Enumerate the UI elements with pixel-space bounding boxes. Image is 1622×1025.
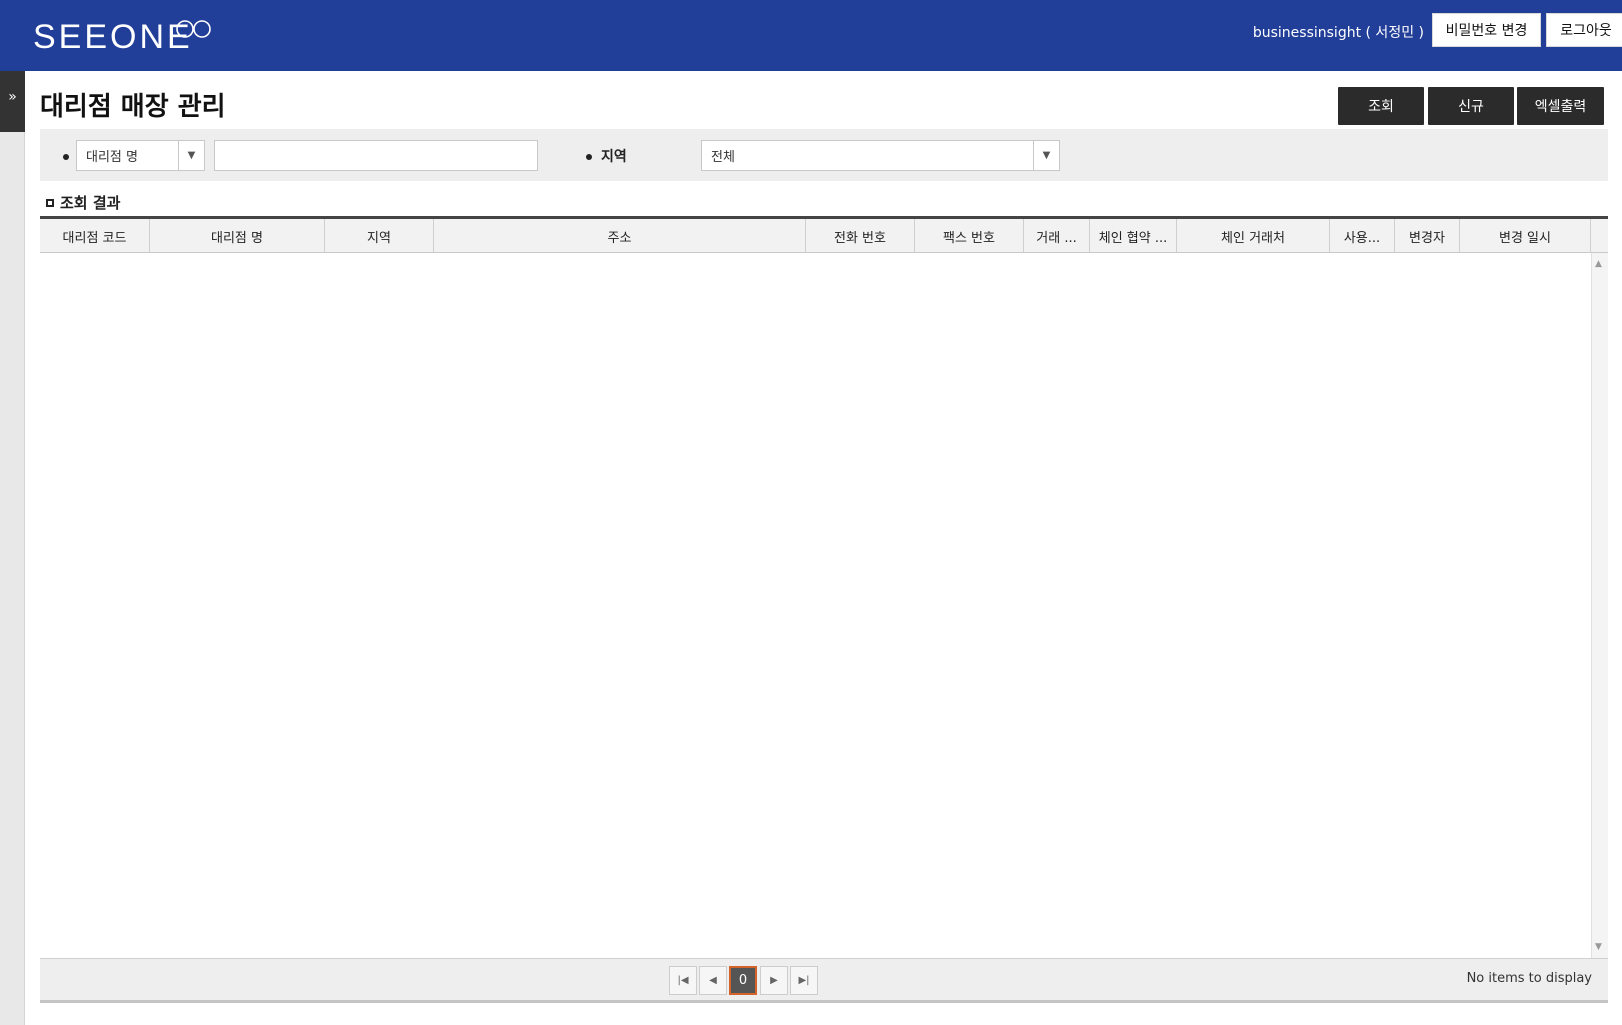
user-info: businessinsight ( 서정민 ) bbox=[1252, 25, 1424, 41]
last-page-icon: ▶| bbox=[798, 975, 810, 986]
column-header-modifier[interactable]: 변경자 bbox=[1395, 219, 1460, 253]
region-label: 지역 bbox=[601, 149, 627, 165]
pager: |◀ ◀ 0 ▶ ▶| No items to display bbox=[40, 958, 1608, 1000]
column-header-name[interactable]: 대리점 명 bbox=[150, 219, 325, 253]
search-button[interactable]: 조회 bbox=[1338, 87, 1424, 125]
results-title-text: 조회 결과 bbox=[60, 194, 121, 212]
column-header-trade[interactable]: 거래 ... bbox=[1024, 219, 1090, 253]
current-page[interactable]: 0 bbox=[729, 966, 757, 995]
left-sidebar-strip bbox=[0, 71, 25, 1025]
change-password-button[interactable]: 비밀번호 변경 bbox=[1432, 13, 1541, 47]
logo-text: SEEONE bbox=[33, 18, 193, 56]
pager-info: No items to display bbox=[1466, 971, 1592, 986]
excel-export-button[interactable]: 엑셀출력 bbox=[1517, 87, 1604, 125]
grid-header: 대리점 코드 대리점 명 지역 주소 전화 번호 팩스 번호 거래 ... 체인… bbox=[40, 219, 1608, 253]
triangle-down-icon[interactable]: ▼ bbox=[1033, 141, 1059, 170]
search-field-select-value: 대리점 명 bbox=[86, 150, 138, 165]
column-header-address[interactable]: 주소 bbox=[434, 219, 806, 253]
logo-rings-icon bbox=[176, 20, 211, 38]
results-section-title: 조회 결과 bbox=[46, 192, 120, 213]
bullet-icon bbox=[586, 154, 592, 160]
grid-body bbox=[40, 253, 1591, 958]
column-header-use[interactable]: 사용... bbox=[1330, 219, 1395, 253]
results-grid: 대리점 코드 대리점 명 지역 주소 전화 번호 팩스 번호 거래 ... 체인… bbox=[40, 216, 1608, 1003]
next-page-button[interactable]: ▶ bbox=[760, 966, 788, 995]
search-panel: 대리점 명 ▼ 지역 전체 ▼ bbox=[40, 129, 1608, 181]
new-button[interactable]: 신규 bbox=[1428, 87, 1514, 125]
column-header-code[interactable]: 대리점 코드 bbox=[40, 219, 150, 253]
region-select-value: 전체 bbox=[711, 150, 735, 165]
sidebar-toggle-button[interactable]: » bbox=[0, 71, 25, 132]
search-field-select[interactable]: 대리점 명 ▼ bbox=[76, 140, 205, 171]
prev-page-icon: ◀ bbox=[709, 975, 717, 986]
double-chevron-right-icon: » bbox=[8, 89, 17, 105]
next-page-icon: ▶ bbox=[770, 975, 778, 986]
first-page-icon: |◀ bbox=[677, 975, 689, 986]
vertical-scrollbar[interactable]: ▲ ▼ bbox=[1591, 253, 1608, 958]
logout-button[interactable]: 로그아웃 bbox=[1546, 13, 1622, 47]
keyword-input[interactable] bbox=[214, 140, 538, 171]
scroll-down-icon[interactable]: ▼ bbox=[1595, 942, 1602, 952]
region-select[interactable]: 전체 ▼ bbox=[701, 140, 1060, 171]
last-page-button[interactable]: ▶| bbox=[790, 966, 818, 995]
column-header-fax[interactable]: 팩스 번호 bbox=[915, 219, 1024, 253]
column-header-chain-agreement[interactable]: 체인 협약 ... bbox=[1090, 219, 1177, 253]
triangle-down-icon[interactable]: ▼ bbox=[178, 141, 204, 170]
column-header-phone[interactable]: 전화 번호 bbox=[806, 219, 915, 253]
scroll-up-icon[interactable]: ▲ bbox=[1595, 259, 1602, 269]
column-header-spacer bbox=[1591, 219, 1608, 253]
column-header-chain-partner[interactable]: 체인 거래처 bbox=[1177, 219, 1330, 253]
page-title: 대리점 매장 관리 bbox=[40, 92, 226, 122]
bullet-icon bbox=[63, 154, 69, 160]
first-page-button[interactable]: |◀ bbox=[669, 966, 697, 995]
top-header: SEEONE businessinsight ( 서정민 ) 비밀번호 변경 로… bbox=[0, 0, 1622, 71]
column-header-region[interactable]: 지역 bbox=[325, 219, 434, 253]
column-header-modified-at[interactable]: 변경 일시 bbox=[1460, 219, 1591, 253]
prev-page-button[interactable]: ◀ bbox=[699, 966, 727, 995]
square-bullet-icon bbox=[46, 198, 54, 207]
